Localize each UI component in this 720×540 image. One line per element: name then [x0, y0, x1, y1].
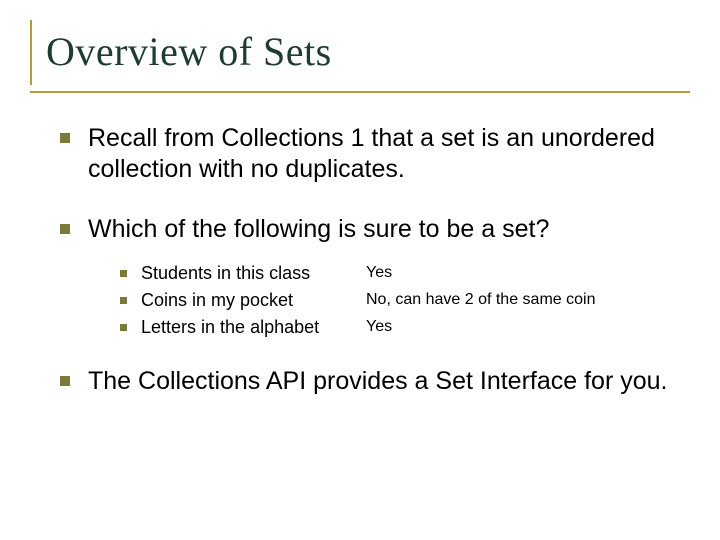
answer-text: Yes: [366, 318, 392, 336]
bullet-icon: [120, 297, 127, 304]
bullet-item: Which of the following is sure to be a s…: [60, 214, 680, 245]
sub-bullet-text: Letters in the alphabet: [141, 317, 356, 338]
bullet-item: Recall from Collections 1 that a set is …: [60, 123, 680, 186]
slide-title: Overview of Sets: [46, 28, 690, 75]
sub-bullet-item: Coins in my pocket No, can have 2 of the…: [120, 290, 680, 311]
bullet-text: Recall from Collections 1 that a set is …: [88, 123, 680, 186]
sub-bullet-item: Students in this class Yes: [120, 263, 680, 284]
slide: Overview of Sets Recall from Collections…: [0, 0, 720, 455]
bullet-icon: [60, 376, 70, 386]
sub-bullet-text: Coins in my pocket: [141, 290, 356, 311]
sub-bullet-item: Letters in the alphabet Yes: [120, 317, 680, 338]
bullet-icon: [120, 324, 127, 331]
title-container: Overview of Sets: [30, 20, 690, 85]
content-area: Recall from Collections 1 that a set is …: [30, 93, 690, 397]
bullet-item: The Collections API provides a Set Inter…: [60, 366, 680, 397]
answer-text: No, can have 2 of the same coin: [366, 291, 595, 309]
bullet-icon: [60, 224, 70, 234]
sub-bullet-list: Students in this class Yes Coins in my p…: [120, 263, 680, 338]
sub-bullet-text: Students in this class: [141, 263, 356, 284]
answer-text: Yes: [366, 264, 392, 282]
bullet-text: The Collections API provides a Set Inter…: [88, 366, 667, 397]
bullet-text: Which of the following is sure to be a s…: [88, 214, 549, 245]
bullet-icon: [60, 133, 70, 143]
bullet-icon: [120, 270, 127, 277]
